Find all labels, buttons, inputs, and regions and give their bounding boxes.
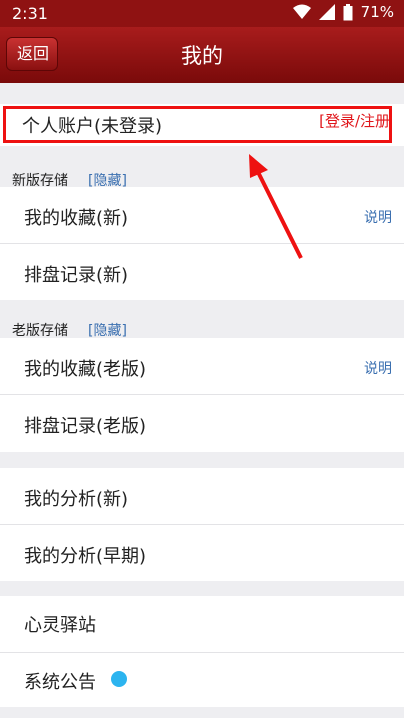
battery-percent: 71%	[360, 3, 394, 21]
signal-icon	[318, 4, 335, 20]
list-item-label: 我的收藏(新)	[24, 208, 129, 229]
list-item-records-old[interactable]: 排盘记录(老版)	[0, 395, 404, 452]
list-item-favorites-old[interactable]: 我的收藏(老版) 说明	[0, 338, 404, 395]
list-item-analysis-new[interactable]: 我的分析(新)	[0, 468, 404, 525]
section-title: 老版存储	[12, 323, 68, 339]
list-item-label: 系统公告	[24, 672, 96, 693]
list-item-label: 我的分析(早期)	[24, 546, 147, 567]
list-item-label: 排盘记录(新)	[24, 265, 129, 286]
list-item-label: 我的分析(新)	[24, 489, 129, 510]
wifi-icon	[292, 4, 311, 19]
explain-link[interactable]: 说明	[364, 207, 392, 227]
battery-icon	[343, 3, 353, 20]
page-title: 我的	[181, 44, 223, 68]
status-bar: 2:31 71%	[0, 0, 404, 27]
annotation-highlight-box	[3, 106, 392, 143]
nav-bar: 返回 我的	[0, 27, 404, 83]
list-item-favorites-new[interactable]: 我的收藏(新) 说明	[0, 187, 404, 244]
list-item-label: 心灵驿站	[24, 615, 96, 636]
unread-badge	[111, 671, 127, 687]
status-icons: 71%	[292, 3, 394, 21]
list-item-analysis-early[interactable]: 我的分析(早期)	[0, 525, 404, 581]
list-item-label: 排盘记录(老版)	[24, 416, 147, 437]
status-time: 2:31	[12, 4, 48, 23]
list-item-label: 我的收藏(老版)	[24, 359, 147, 380]
explain-link[interactable]: 说明	[364, 358, 392, 378]
list-item-system-notice[interactable]: 系统公告	[0, 653, 404, 707]
hide-old-storage-link[interactable]: [隐藏]	[88, 320, 127, 340]
list-item-mind-station[interactable]: 心灵驿站	[0, 596, 404, 653]
list-item-records-new[interactable]: 排盘记录(新)	[0, 244, 404, 300]
